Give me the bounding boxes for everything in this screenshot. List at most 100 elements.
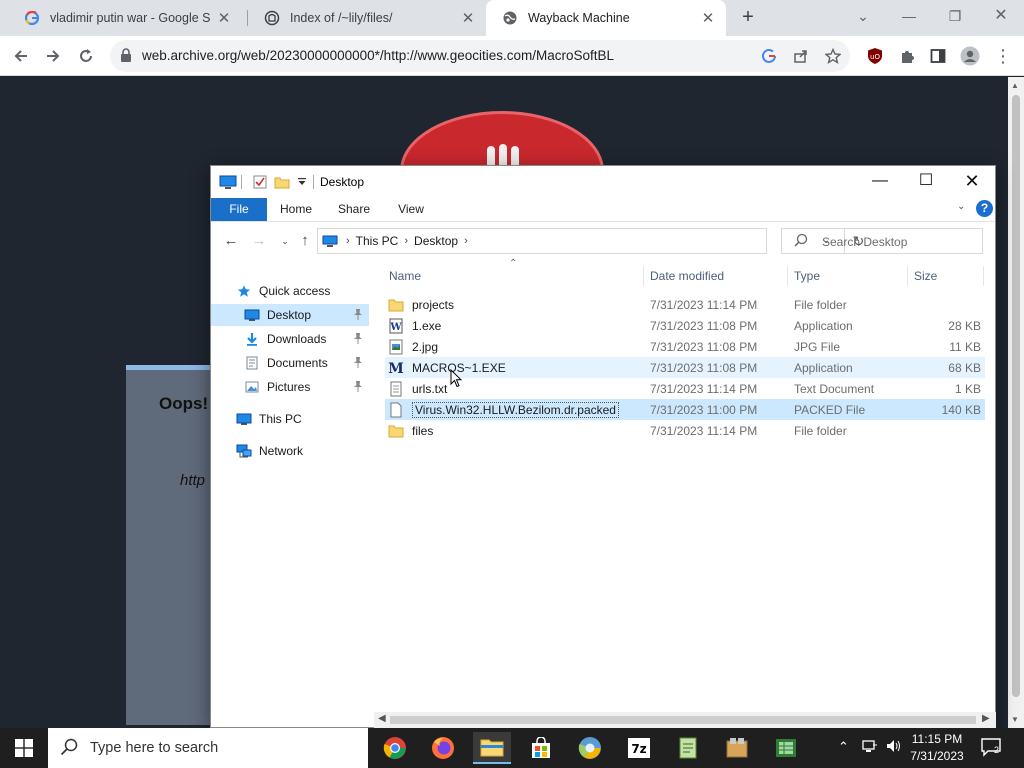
file-row-projects[interactable]: projects 7/31/2023 11:14 PM File folder — [385, 294, 985, 315]
notifications-button[interactable]: 2 — [980, 737, 1004, 759]
address-bar[interactable]: web.archive.org/web/20230000000000*/http… — [110, 40, 850, 72]
network-status-icon[interactable] — [862, 739, 878, 756]
customize-toolbar-dropdown-icon[interactable] — [293, 174, 311, 190]
microsoft-store-taskbar-icon[interactable] — [522, 732, 560, 764]
close-tab-icon[interactable]: ✕ — [460, 9, 476, 27]
google-lens-icon[interactable] — [760, 47, 778, 65]
scroll-right-icon[interactable]: ▶ — [982, 713, 990, 724]
this-pc-icon — [235, 411, 253, 427]
column-header-date[interactable]: Date modified — [646, 264, 786, 288]
breadcrumb-this-pc[interactable]: This PC — [356, 234, 399, 248]
tab-index-files[interactable]: Index of /~lily/files/ ✕ — [248, 0, 486, 36]
expand-ribbon-chevron-icon[interactable]: ⌄ — [957, 201, 965, 212]
search-placeholder: Search Desktop — [822, 235, 908, 249]
column-divider[interactable] — [787, 266, 788, 286]
file-date: 7/31/2023 11:14 PM — [650, 382, 758, 396]
firefox-taskbar-icon[interactable] — [424, 732, 462, 764]
file-row-macros-exe[interactable]: M MACROS~1.EXE 7/31/2023 11:08 PM Applica… — [385, 357, 985, 378]
start-button[interactable] — [0, 728, 48, 768]
pin-icon[interactable] — [353, 356, 363, 371]
column-divider[interactable] — [643, 266, 644, 286]
back-button[interactable] — [8, 43, 34, 69]
nav-quick-access[interactable]: Quick access — [235, 280, 369, 302]
page-scrollbar[interactable]: ▲ ▼ — [1008, 77, 1024, 729]
explorer-back-button[interactable]: ← — [221, 232, 241, 250]
properties-icon[interactable] — [251, 174, 269, 190]
column-header-name[interactable]: Name — [385, 264, 643, 288]
chrome-beta-taskbar-icon[interactable] — [571, 732, 609, 764]
7zip-taskbar-icon[interactable]: 7z — [620, 732, 658, 764]
ublock-origin-icon[interactable]: uO — [862, 43, 888, 69]
taskbar-clock[interactable]: 11:15 PM 7/31/2023 — [905, 731, 969, 765]
nav-pictures[interactable]: Pictures — [211, 376, 369, 398]
taskbar-search-box[interactable]: Type here to search — [48, 728, 368, 768]
extensions-puzzle-icon[interactable] — [894, 43, 920, 69]
network-icon — [235, 443, 253, 459]
nav-desktop[interactable]: Desktop — [211, 304, 369, 326]
share-icon[interactable] — [792, 47, 810, 65]
close-tab-icon[interactable]: ✕ — [700, 9, 716, 27]
ribbon-tab-share[interactable]: Share — [329, 198, 379, 221]
recent-locations-chevron-icon[interactable]: ⌄ — [275, 232, 295, 250]
ribbon-tab-file[interactable]: File — [211, 198, 267, 221]
new-tab-button[interactable]: + — [736, 6, 760, 30]
scrollbar-thumb[interactable] — [1012, 95, 1020, 697]
tab-search-chevron-icon[interactable]: ⌄ — [851, 4, 875, 28]
file-date: 7/31/2023 11:14 PM — [650, 298, 758, 312]
browser-menu-icon[interactable]: ⋮ — [990, 43, 1016, 69]
explorer-close-button[interactable]: ✕ — [949, 166, 995, 198]
ribbon-tabs: File Home Share View ⌄ ? — [211, 198, 995, 222]
restore-button[interactable]: ❐ — [943, 4, 967, 28]
show-hidden-icons-chevron-icon[interactable]: ⌃ — [838, 739, 849, 755]
explorer-minimize-button[interactable]: — — [857, 166, 903, 198]
file-row-2-jpg[interactable]: 2.jpg 7/31/2023 11:08 PM JPG File 11 KB — [385, 336, 985, 357]
breadcrumb-separator-icon: › — [346, 235, 350, 247]
side-panel-icon[interactable] — [925, 43, 951, 69]
chrome-taskbar-icon[interactable] — [376, 732, 414, 764]
tab-wayback-machine[interactable]: Wayback Machine ✕ — [486, 0, 726, 36]
file-row-virus-packed[interactable]: Virus.Win32.HLLW.Bezilom.dr.packed 7/31/… — [385, 399, 985, 420]
column-divider[interactable] — [983, 266, 984, 286]
explorer-forward-button[interactable]: → — [249, 232, 269, 250]
volume-icon[interactable] — [886, 739, 902, 756]
close-tab-icon[interactable]: ✕ — [216, 9, 232, 27]
file-row-files[interactable]: files 7/31/2023 11:14 PM File folder — [385, 420, 985, 441]
file-explorer-taskbar-icon[interactable] — [473, 732, 511, 764]
explorer-search-box[interactable]: Search Desktop — [781, 228, 983, 254]
up-folder-button[interactable]: ↑ — [295, 232, 315, 250]
column-header-type[interactable]: Type — [790, 264, 906, 288]
nav-downloads[interactable]: Downloads — [211, 328, 369, 350]
nav-network[interactable]: Network — [235, 440, 369, 462]
forward-button[interactable] — [40, 43, 66, 69]
file-row-urls-txt[interactable]: urls.txt 7/31/2023 11:14 PM Text Documen… — [385, 378, 985, 399]
m-app-icon: M — [388, 360, 404, 376]
explorer-maximize-button[interactable]: ☐ — [903, 166, 949, 198]
notepad-plus-taskbar-icon[interactable] — [669, 732, 707, 764]
breadcrumb-desktop[interactable]: Desktop — [414, 234, 458, 248]
file-row-1-exe[interactable]: W 1.exe 7/31/2023 11:08 PM Application 28… — [385, 315, 985, 336]
new-folder-icon[interactable] — [273, 174, 291, 190]
bookmark-star-icon[interactable] — [824, 47, 842, 65]
close-window-button[interactable]: ✕ — [989, 4, 1013, 28]
nav-documents[interactable]: Documents — [211, 352, 369, 374]
column-header-size[interactable]: Size — [910, 264, 980, 288]
profile-avatar-icon[interactable] — [957, 43, 983, 69]
nav-this-pc[interactable]: This PC — [235, 408, 369, 430]
tab-google-search[interactable]: vladimir putin war - Google Sear ✕ — [8, 0, 242, 36]
horizontal-scrollbar[interactable]: ◀ ▶ — [374, 712, 996, 728]
pin-icon[interactable] — [353, 380, 363, 395]
spreadsheet-taskbar-icon[interactable] — [767, 732, 805, 764]
column-divider[interactable] — [907, 266, 908, 286]
explorer-address-bar[interactable]: › This PC › Desktop › ⌄ ↻ — [317, 228, 864, 254]
scrollbar-thumb[interactable] — [390, 716, 976, 724]
reload-button[interactable] — [73, 43, 99, 69]
help-icon[interactable]: ? — [976, 200, 993, 217]
ribbon-tab-home[interactable]: Home — [271, 198, 321, 221]
pin-icon[interactable] — [353, 308, 363, 323]
archive-tool-taskbar-icon[interactable] — [718, 732, 756, 764]
pin-icon[interactable] — [353, 332, 363, 347]
url-text: web.archive.org/web/20230000000000*/http… — [142, 48, 615, 63]
scroll-left-icon[interactable]: ◀ — [378, 713, 386, 724]
ribbon-tab-view[interactable]: View — [387, 198, 435, 221]
minimize-button[interactable]: — — [897, 4, 921, 28]
